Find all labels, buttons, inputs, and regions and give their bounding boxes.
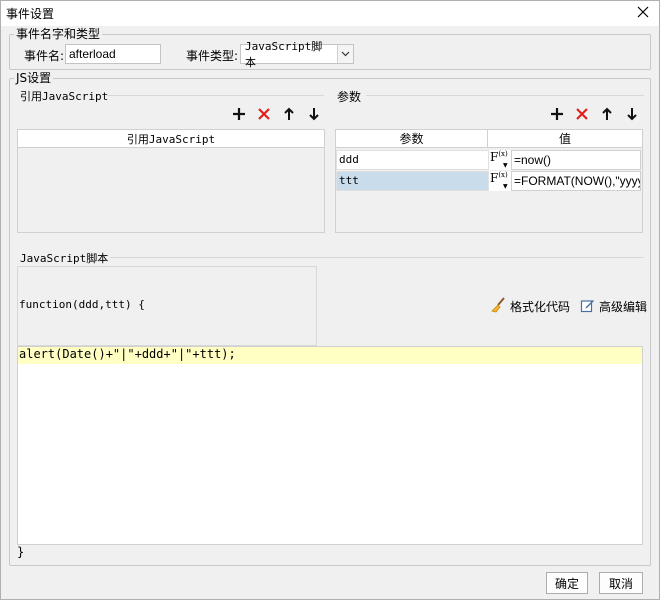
- ok-button[interactable]: 确定: [546, 572, 588, 594]
- param-name-cell[interactable]: ttt: [336, 171, 489, 191]
- arrow-down-icon[interactable]: [623, 105, 641, 123]
- arrow-down-icon[interactable]: [305, 105, 323, 123]
- param-value-cell[interactable]: =FORMAT(NOW(),"yyyy: [511, 171, 641, 191]
- param-col-value: 值: [488, 130, 642, 148]
- param-divider: [366, 95, 644, 96]
- formula-icon[interactable]: F(x) ▼: [489, 150, 511, 170]
- ref-js-divider: [108, 95, 324, 96]
- ref-js-toolbar: [230, 105, 323, 123]
- script-divider: [110, 257, 644, 258]
- ref-js-list[interactable]: 引用JavaScript: [17, 129, 325, 233]
- format-code-button[interactable]: 格式化代码: [490, 297, 570, 316]
- event-type-label: 事件类型:: [186, 49, 239, 63]
- title-bar: 事件设置: [0, 0, 660, 26]
- param-table: 参数 值 ddd F(x) ▼ =now() ttt F(x) ▼ =FORMAT(…: [335, 129, 643, 233]
- delete-icon[interactable]: [573, 105, 591, 123]
- plus-icon[interactable]: [230, 105, 248, 123]
- window-title: 事件设置: [6, 7, 55, 21]
- advanced-edit-button[interactable]: 高级编辑: [580, 297, 647, 316]
- arrow-up-icon[interactable]: [280, 105, 298, 123]
- format-code-label: 格式化代码: [510, 300, 571, 314]
- event-name-input[interactable]: afterload: [65, 44, 161, 64]
- param-value-cell[interactable]: =now(): [511, 150, 641, 170]
- function-signature-box: function(ddd,ttt) {: [17, 266, 317, 346]
- advanced-edit-label: 高级编辑: [599, 300, 648, 314]
- edit-icon: [580, 298, 595, 316]
- param-col-name: 参数: [336, 130, 488, 148]
- param-title: 参数: [337, 90, 362, 104]
- arrow-up-icon[interactable]: [598, 105, 616, 123]
- script-title: JavaScript脚本: [20, 252, 109, 265]
- event-type-value: JavaScript脚本: [245, 40, 323, 69]
- formula-icon[interactable]: F(x) ▼: [489, 171, 511, 191]
- close-icon[interactable]: [634, 3, 652, 21]
- function-closing-brace: }: [17, 545, 25, 559]
- param-toolbar: [548, 105, 641, 123]
- delete-icon[interactable]: [255, 105, 273, 123]
- cancel-button[interactable]: 取消: [599, 572, 643, 594]
- event-name-label: 事件名:: [24, 49, 65, 63]
- function-signature: function(ddd,ttt) {: [19, 298, 145, 311]
- script-tools: 格式化代码 高级编辑: [490, 297, 647, 316]
- script-editor[interactable]: alert(Date()+"|"+ddd+"|"+ttt);: [17, 346, 643, 545]
- broom-icon: [490, 297, 506, 316]
- chevron-down-icon: [337, 45, 353, 63]
- event-group-legend: 事件名字和类型: [14, 27, 103, 41]
- ref-js-column-header: 引用JavaScript: [18, 130, 324, 148]
- script-code-line: alert(Date()+"|"+ddd+"|"+ttt);: [19, 347, 236, 361]
- ref-js-title: 引用JavaScript: [20, 90, 109, 103]
- param-name-cell[interactable]: ddd: [336, 150, 489, 170]
- js-group-legend: JS设置: [14, 71, 54, 85]
- plus-icon[interactable]: [548, 105, 566, 123]
- event-type-select[interactable]: JavaScript脚本: [240, 40, 354, 69]
